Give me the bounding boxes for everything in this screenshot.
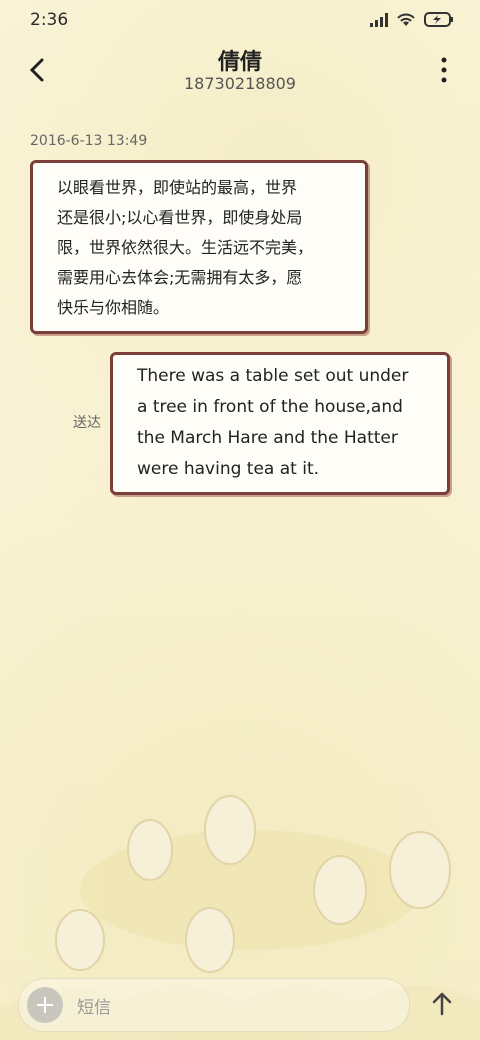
incoming-message-bubble[interactable]: 以眼看世界，即使站的最高，世界 还是很小;以心看世界，即使身处局 限，世界依然很… <box>30 160 368 334</box>
status-time: 2:36 <box>30 10 69 30</box>
signal-icon <box>370 12 388 27</box>
outgoing-message-bubble[interactable]: There was a table set out under a tree i… <box>110 352 450 495</box>
wifi-icon <box>397 13 415 26</box>
status-bar: 2:36 <box>0 0 480 40</box>
more-icon[interactable] <box>436 56 452 84</box>
background-wallpaper <box>0 0 480 1040</box>
incoming-message-text: 以眼看世界，即使站的最高，世界 还是很小;以心看世界，即使身处局 限，世界依然很… <box>57 178 314 317</box>
outgoing-message-text: There was a table set out under a tree i… <box>137 366 409 479</box>
add-icon[interactable] <box>27 987 63 1023</box>
message-timestamp: 2016-6-13 13:49 <box>30 133 148 149</box>
contact-number: 18730218809 <box>184 74 296 93</box>
contact-name[interactable]: 倩倩 <box>0 44 480 76</box>
message-composer[interactable]: 短信 <box>18 978 410 1032</box>
message-input[interactable]: 短信 <box>77 993 111 1018</box>
battery-charging-icon <box>424 12 453 27</box>
delivery-status: 送达 <box>73 415 101 431</box>
conversation-header: 倩倩 18730218809 <box>0 40 480 110</box>
send-arrow-icon[interactable] <box>428 990 456 1018</box>
